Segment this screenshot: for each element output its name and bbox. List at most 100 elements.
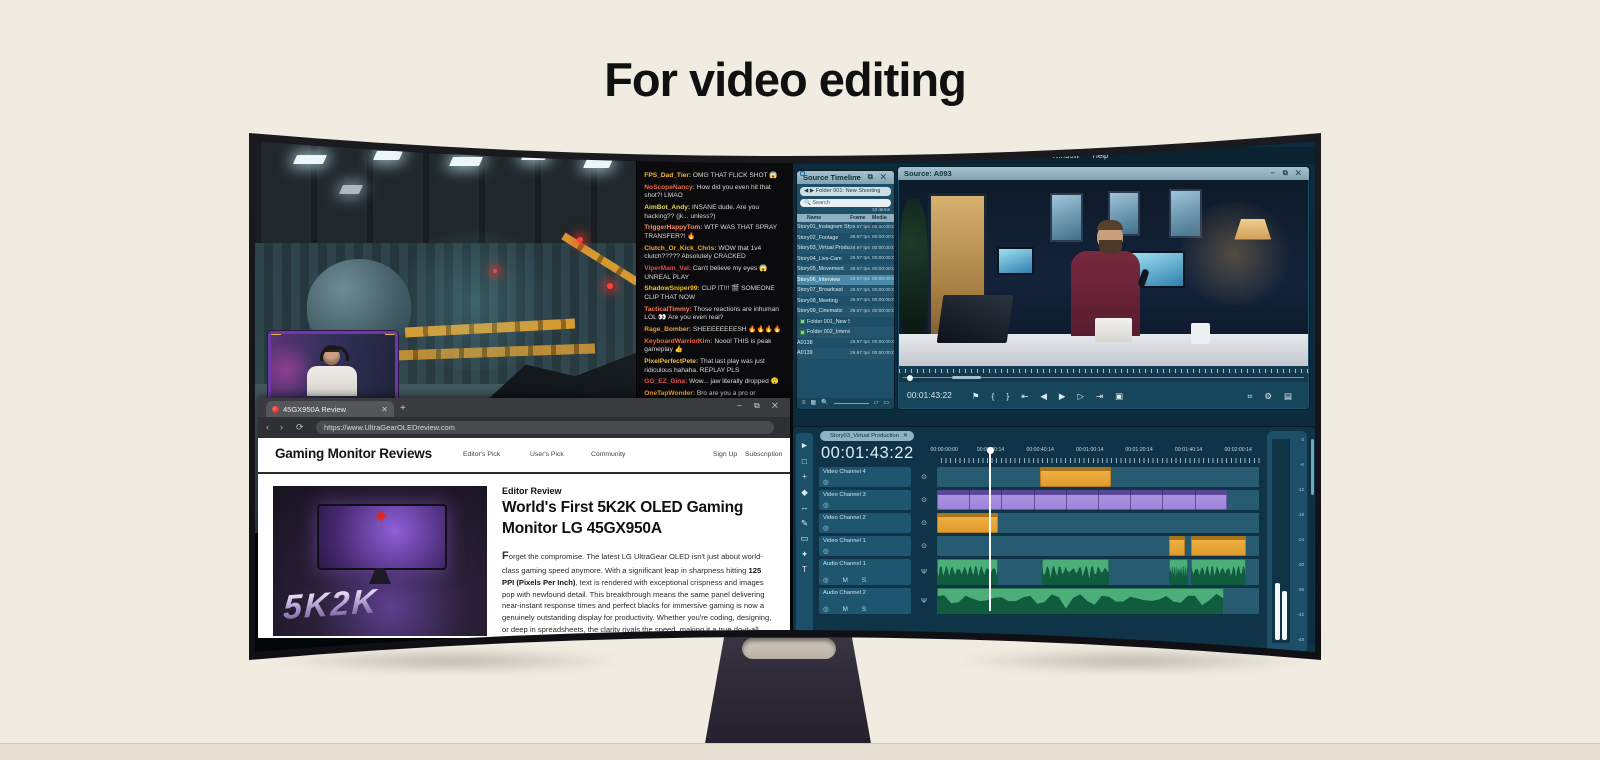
- track-visibility-toggle[interactable]: ⊙: [911, 490, 937, 510]
- source-row[interactable]: Story02_Footage29.97 fps00:00:00:00: [797, 233, 894, 244]
- source-row[interactable]: Story08_Meeting29.97 fps00:00:00:00: [797, 296, 894, 307]
- thumbnail-zoom-slider[interactable]: [834, 403, 869, 404]
- new-tab-button[interactable]: +: [400, 403, 406, 414]
- timeline-vertical-scrollbar[interactable]: [1310, 435, 1314, 645]
- scrollbar-thumb[interactable]: [1311, 439, 1314, 495]
- source-row[interactable]: Folder 002_Interview: [797, 327, 894, 338]
- source-row[interactable]: Story06_Interview29.97 fps00:00:00:00: [797, 275, 894, 286]
- back-button[interactable]: ‹: [266, 422, 269, 432]
- play-button[interactable]: ▶: [1059, 391, 1066, 401]
- export-button[interactable]: ▤: [1284, 391, 1292, 401]
- preview-scrub-bar[interactable]: [899, 373, 1308, 382]
- audio-clip[interactable]: [1042, 559, 1110, 585]
- track-header[interactable]: Video Channel 2◎: [819, 513, 911, 533]
- track-header-icons[interactable]: ◎ M S: [823, 576, 872, 584]
- audio-clip[interactable]: [937, 588, 1224, 614]
- source-row[interactable]: Story09_Cinematic29.97 fps00:00:00:00: [797, 306, 894, 317]
- source-row[interactable]: Story07_Broadcast29.97 fps00:00:00:00: [797, 285, 894, 296]
- minimize-icon[interactable]: –: [1268, 134, 1279, 144]
- track-header[interactable]: Audio Channel 2◎ M S: [819, 588, 911, 614]
- sequence-tab[interactable]: Story03_Virtual Production✕: [820, 431, 914, 441]
- subscription-link[interactable]: Subscription: [745, 451, 782, 458]
- track-visibility-toggle[interactable]: ⊙: [911, 513, 937, 533]
- browser-window-controls[interactable]: – ⧉ ✕: [737, 401, 783, 411]
- source-panel-header[interactable]: Source Timeline – ⧉ ✕: [797, 171, 894, 184]
- step-forward-button[interactable]: ▷: [1077, 391, 1084, 401]
- preview-panel-controls[interactable]: – ⧉ ✕: [1271, 167, 1304, 180]
- track-lane[interactable]: [937, 588, 1259, 614]
- video-clip[interactable]: [937, 513, 998, 533]
- editor-window-controls[interactable]: –⧉✕: [1268, 134, 1305, 145]
- track-lane[interactable]: [937, 513, 1259, 533]
- source-row[interactable]: A013829.97 fps00:00:00:00: [797, 338, 894, 349]
- track-header[interactable]: Audio Channel 1◎ M S: [819, 559, 911, 585]
- timeline-ruler[interactable]: 00:00:00:0000:00:20:1400:00:40:1400:01:0…: [941, 447, 1263, 463]
- url-field[interactable]: https://www.UltraGearOLEDreview.com: [316, 421, 774, 434]
- menu-item-marker[interactable]: Marker: [987, 151, 1011, 160]
- close-tab-icon[interactable]: ✕: [381, 405, 388, 414]
- nav-link[interactable]: Community: [591, 451, 625, 458]
- scrub-loop-segment[interactable]: [952, 376, 981, 379]
- menu-item-title[interactable]: Title: [1024, 151, 1038, 160]
- go-to-in-button[interactable]: ⇤: [1021, 391, 1028, 401]
- menu-item-file[interactable]: File: [823, 151, 836, 160]
- source-panel-controls[interactable]: – ⧉ ✕: [856, 171, 889, 184]
- source-row[interactable]: A013929.97 fps00:00:00:00: [797, 348, 894, 359]
- compare-button[interactable]: ⌗: [1248, 391, 1253, 401]
- menu-item-window[interactable]: Window: [1052, 151, 1080, 160]
- track-header-icons[interactable]: ◎: [823, 547, 835, 555]
- track-header[interactable]: Video Channel 4◎: [819, 467, 911, 487]
- nav-link[interactable]: Editor's Pick: [463, 451, 500, 458]
- source-row[interactable]: Story04_Live-Cam29.97 fps00:00:00:00: [797, 254, 894, 265]
- search-input[interactable]: 🔍 Search: [800, 199, 891, 207]
- menu-item-project[interactable]: Project: [875, 151, 899, 160]
- video-clip[interactable]: [937, 490, 1227, 510]
- audio-clip[interactable]: [1169, 559, 1188, 585]
- video-clip[interactable]: [1169, 536, 1185, 556]
- track-header-icons[interactable]: ◎ M S: [823, 605, 872, 613]
- track-header[interactable]: Video Channel 3◎: [819, 490, 911, 510]
- zoom-out-icon[interactable]: 🔍: [821, 398, 828, 409]
- video-clip[interactable]: [1191, 536, 1246, 556]
- column-headers[interactable]: Name Frame Media Start: [797, 214, 894, 222]
- sign-up-link[interactable]: Sign Up: [713, 451, 737, 458]
- nav-link[interactable]: User's Pick: [530, 451, 564, 458]
- track-lane[interactable]: [937, 467, 1259, 487]
- source-row[interactable]: Story03_Virtual Production29.97 fps00:00…: [797, 243, 894, 254]
- close-icon[interactable]: ✕: [1291, 134, 1305, 144]
- video-clip[interactable]: [1040, 467, 1111, 487]
- selection-tool[interactable]: ►: [800, 441, 808, 450]
- track-lane[interactable]: [937, 559, 1259, 585]
- column-media-start[interactable]: Media Start: [872, 214, 894, 222]
- browser-tab[interactable]: 45GX950A Review ✕: [266, 401, 394, 417]
- marquee-tool[interactable]: □: [802, 457, 807, 466]
- track-mic-toggle[interactable]: Ψ: [911, 588, 937, 614]
- source-file-list[interactable]: Story01_Instagram Style29.97 fps00:00:00…: [797, 222, 894, 359]
- refresh-button[interactable]: ⟳: [296, 422, 304, 433]
- audio-clip[interactable]: [937, 559, 998, 585]
- go-to-out-button[interactable]: ⇥: [1096, 391, 1103, 401]
- menu-item-clip[interactable]: Clip: [912, 151, 925, 160]
- bin-icon[interactable]: ▭: [883, 398, 889, 409]
- column-frame[interactable]: Frame: [850, 214, 872, 222]
- preview-panel-header[interactable]: Source: A093 – ⧉ ✕: [898, 167, 1309, 180]
- track-visibility-toggle[interactable]: ⊙: [911, 467, 937, 487]
- menu-item-sequence[interactable]: Sequence: [939, 151, 974, 160]
- source-row[interactable]: Folder 001_New Shooting: [797, 317, 894, 328]
- scrub-handle[interactable]: [907, 375, 913, 381]
- track-lane[interactable]: [937, 536, 1259, 556]
- settings-button[interactable]: ⚙: [1264, 391, 1272, 401]
- track-lane[interactable]: [937, 490, 1259, 510]
- source-row[interactable]: Story05_Movement29.97 fps00:00:00:00: [797, 264, 894, 275]
- mark-out-button[interactable]: }: [1006, 391, 1009, 401]
- play-in-out-button[interactable]: ▣: [1115, 391, 1123, 401]
- add-marker-button[interactable]: ⚑: [972, 391, 980, 401]
- mark-in-button[interactable]: {: [992, 391, 995, 401]
- track-visibility-toggle[interactable]: ⊙: [911, 536, 937, 556]
- audio-clip[interactable]: [1191, 559, 1246, 585]
- sequence-tab-close-icon[interactable]: ✕: [903, 433, 908, 439]
- track-mic-toggle[interactable]: Ψ: [911, 559, 937, 585]
- thumbnail-view-icon[interactable]: ▦: [811, 398, 817, 409]
- column-name[interactable]: Name: [797, 214, 850, 222]
- preview-tick-ruler[interactable]: [899, 366, 1308, 373]
